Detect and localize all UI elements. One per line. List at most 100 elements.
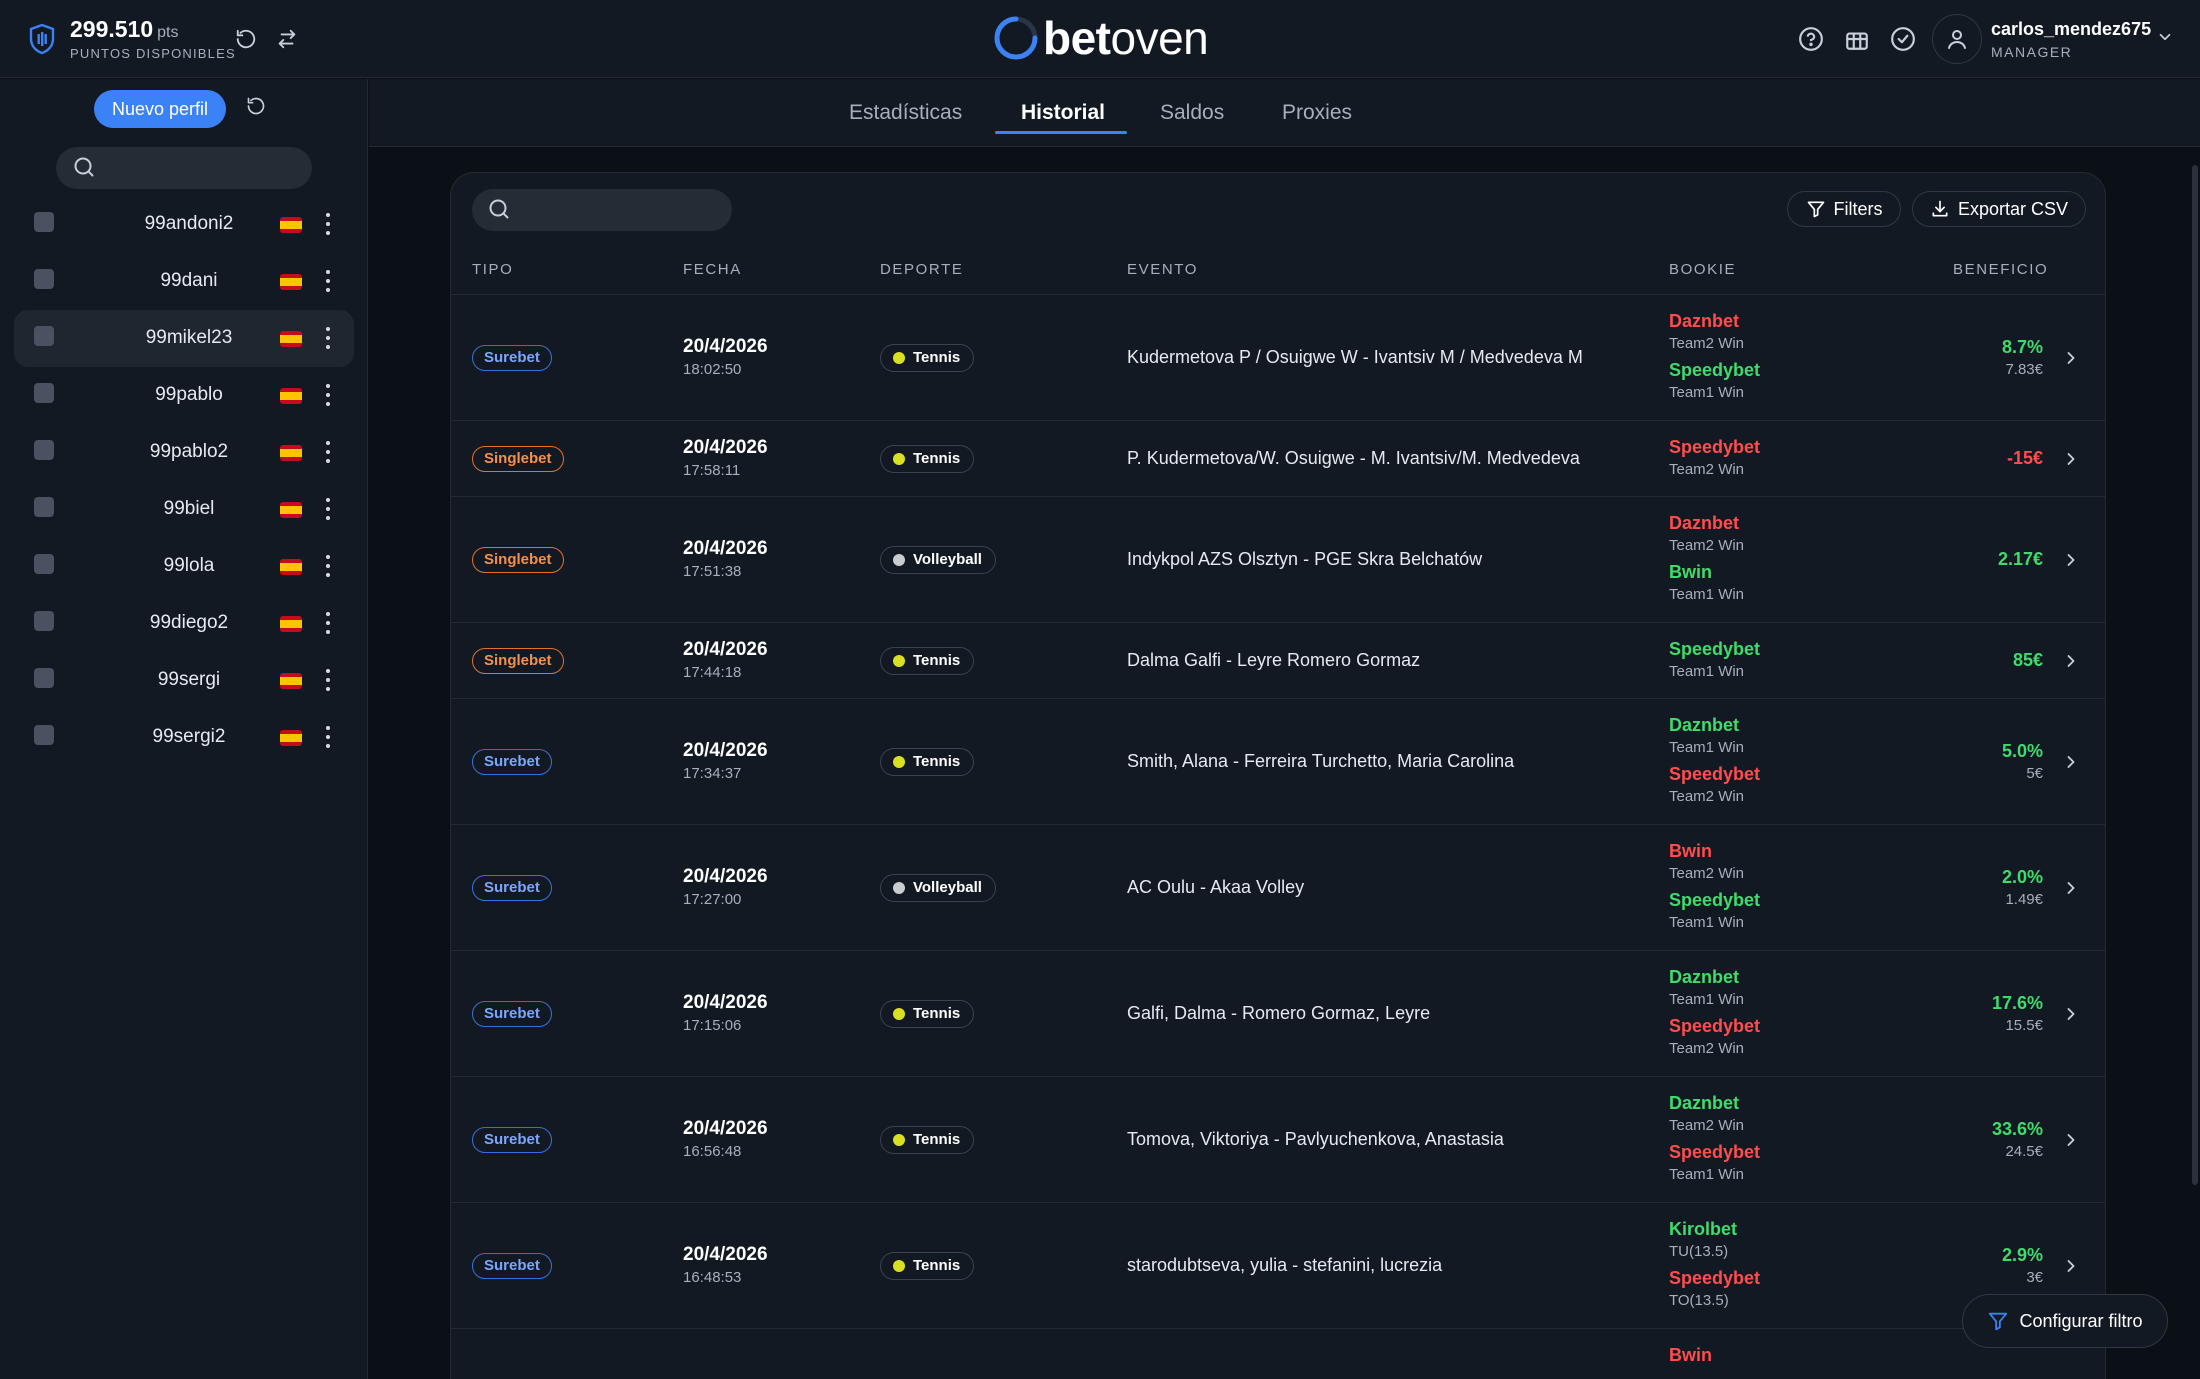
bookie-name: Speedybet	[1669, 764, 1761, 784]
tab-proxies[interactable]: Proxies	[1282, 101, 1352, 125]
tab-saldos[interactable]: Saldos	[1160, 101, 1224, 125]
table-row[interactable]: Singlebet 20/4/2026 17:58:11 Tennis P. Kuder…	[451, 421, 2105, 497]
more-options-button[interactable]	[323, 610, 333, 636]
profile-item[interactable]: 99diego2	[14, 595, 354, 652]
profile-checkbox[interactable]	[34, 440, 54, 460]
filters-button[interactable]: Filters	[1787, 191, 1901, 227]
bookie-pick: Team1 Win	[1669, 739, 1745, 756]
table-row[interactable]: Surebet 20/4/2026 18:02:50 Tennis Kudermetov…	[451, 295, 2105, 421]
profile-name: 99mikel23	[145, 327, 233, 348]
user-name[interactable]: carlos_mendez675	[1991, 19, 2151, 40]
table-row[interactable]: Surebet 20/4/2026 16:56:48 Tennis Tomova, Vi…	[451, 1077, 2105, 1203]
more-options-button[interactable]	[323, 724, 333, 750]
row-date: 20/4/2026	[683, 992, 768, 1013]
column-header-beneficio[interactable]: BENEFICIO	[1953, 261, 2048, 278]
profile-checkbox[interactable]	[34, 269, 54, 289]
swap-button[interactable]	[270, 22, 304, 56]
history-search-input[interactable]	[472, 189, 732, 231]
check-button[interactable]	[1886, 22, 1920, 56]
column-header-fecha[interactable]: FECHA	[683, 261, 742, 278]
more-options-button[interactable]	[323, 268, 333, 294]
table-row[interactable]: Bwin	[451, 1329, 2105, 1379]
profile-checkbox[interactable]	[34, 725, 54, 745]
more-options-button[interactable]	[323, 211, 333, 237]
row-time: 17:34:37	[683, 765, 742, 782]
user-menu-toggle[interactable]	[2156, 28, 2174, 51]
row-expand-button[interactable]	[2061, 1130, 2081, 1155]
row-expand-button[interactable]	[2061, 878, 2081, 903]
row-time: 17:27:00	[683, 891, 742, 908]
bookie-name: Daznbet	[1669, 715, 1740, 735]
more-options-button[interactable]	[323, 382, 333, 408]
row-expand-button[interactable]	[2061, 348, 2081, 373]
search-icon	[74, 157, 94, 177]
user-avatar[interactable]	[1932, 14, 1982, 64]
more-options-button[interactable]	[323, 496, 333, 522]
refresh-profiles-button[interactable]	[242, 92, 270, 120]
profile-item[interactable]: 99pablo2	[14, 424, 354, 481]
profile-item[interactable]: 99lola	[14, 538, 354, 595]
table-row[interactable]: Surebet 20/4/2026 17:27:00 Volleyball AC Oul…	[451, 825, 2105, 951]
profile-item[interactable]: 99sergi2	[14, 709, 354, 766]
column-header-evento[interactable]: EVENTO	[1127, 261, 1198, 278]
table-row[interactable]: Surebet 20/4/2026 16:48:53 Tennis starodubts…	[451, 1203, 2105, 1329]
scrollbar[interactable]	[2192, 165, 2198, 1185]
sport-chip: Tennis	[880, 445, 975, 473]
profile-item[interactable]: 99biel	[14, 481, 354, 538]
profile-item[interactable]: 99dani	[14, 253, 354, 310]
column-header-deporte[interactable]: DEPORTE	[880, 261, 963, 278]
profile-item[interactable]: 99mikel23	[14, 310, 354, 367]
more-options-button[interactable]	[323, 439, 333, 465]
table-row[interactable]: Surebet 20/4/2026 17:34:37 Tennis Smith, Ala…	[451, 699, 2105, 825]
row-expand-button[interactable]	[2061, 752, 2081, 777]
betoven-logo[interactable]: betoven	[993, 12, 1209, 64]
bookie-pick: TU(13.5)	[1669, 1243, 1729, 1260]
row-time: 17:44:18	[683, 664, 742, 681]
spain-flag-icon	[280, 616, 302, 632]
row-expand-button[interactable]	[2061, 449, 2081, 474]
bookie-name: Bwin	[1669, 562, 1712, 582]
profile-checkbox[interactable]	[34, 383, 54, 403]
history-table-body: Surebet 20/4/2026 18:02:50 Tennis Kudermetov…	[451, 295, 2105, 1379]
sport-chip: Tennis	[880, 1000, 975, 1028]
profile-checkbox[interactable]	[34, 668, 54, 688]
column-header-tipo[interactable]: TIPO	[472, 261, 513, 278]
table-row[interactable]: Surebet 20/4/2026 17:15:06 Tennis Galfi, Dal…	[451, 951, 2105, 1077]
profile-checkbox[interactable]	[34, 326, 54, 346]
column-header-bookie[interactable]: BOOKIE	[1669, 261, 1736, 278]
more-options-button[interactable]	[323, 553, 333, 579]
new-profile-button[interactable]: Nuevo perfil	[94, 90, 226, 128]
table-row[interactable]: Singlebet 20/4/2026 17:44:18 Tennis Dalma Ga…	[451, 623, 2105, 699]
check-circle-icon	[1891, 27, 1915, 51]
row-time: 16:56:48	[683, 1143, 742, 1160]
help-button[interactable]	[1794, 22, 1828, 56]
configure-filter-button[interactable]: Configurar filtro	[1962, 1294, 2168, 1348]
row-profit-amount: 5€	[2026, 765, 2043, 782]
row-event: Kudermetova P / Osuigwe W - Ivantsiv M /…	[1127, 347, 1583, 367]
profile-checkbox[interactable]	[34, 611, 54, 631]
profile-checkbox[interactable]	[34, 212, 54, 232]
filters-label: Filters	[1833, 198, 1883, 219]
bookie-pick: Team1 Win	[1669, 1166, 1745, 1183]
profile-item[interactable]: 99andoni2	[14, 196, 354, 253]
more-options-button[interactable]	[323, 325, 333, 351]
profile-item[interactable]: 99sergi	[14, 652, 354, 709]
row-expand-button[interactable]	[2061, 651, 2081, 676]
gift-button[interactable]	[1840, 22, 1874, 56]
profile-checkbox[interactable]	[34, 554, 54, 574]
tab-estadisticas[interactable]: Estadísticas	[849, 101, 962, 125]
row-expand-button[interactable]	[2061, 550, 2081, 575]
bookie-name: Bwin	[1669, 841, 1712, 861]
sport-chip: Tennis	[880, 1252, 975, 1280]
row-expand-button[interactable]	[2061, 1256, 2081, 1281]
refresh-points-button[interactable]	[229, 22, 263, 56]
profile-item[interactable]: 99pablo	[14, 367, 354, 424]
table-row[interactable]: Singlebet 20/4/2026 17:51:38 Volleyball Indy…	[451, 497, 2105, 623]
export-csv-button[interactable]: Exportar CSV	[1912, 191, 2086, 227]
profile-checkbox[interactable]	[34, 497, 54, 517]
row-expand-button[interactable]	[2061, 1004, 2081, 1029]
bookie-name: Kirolbet	[1669, 1219, 1738, 1239]
sport-label: Tennis	[913, 1005, 961, 1022]
tab-historial[interactable]: Historial	[1021, 101, 1105, 125]
more-options-button[interactable]	[323, 667, 333, 693]
